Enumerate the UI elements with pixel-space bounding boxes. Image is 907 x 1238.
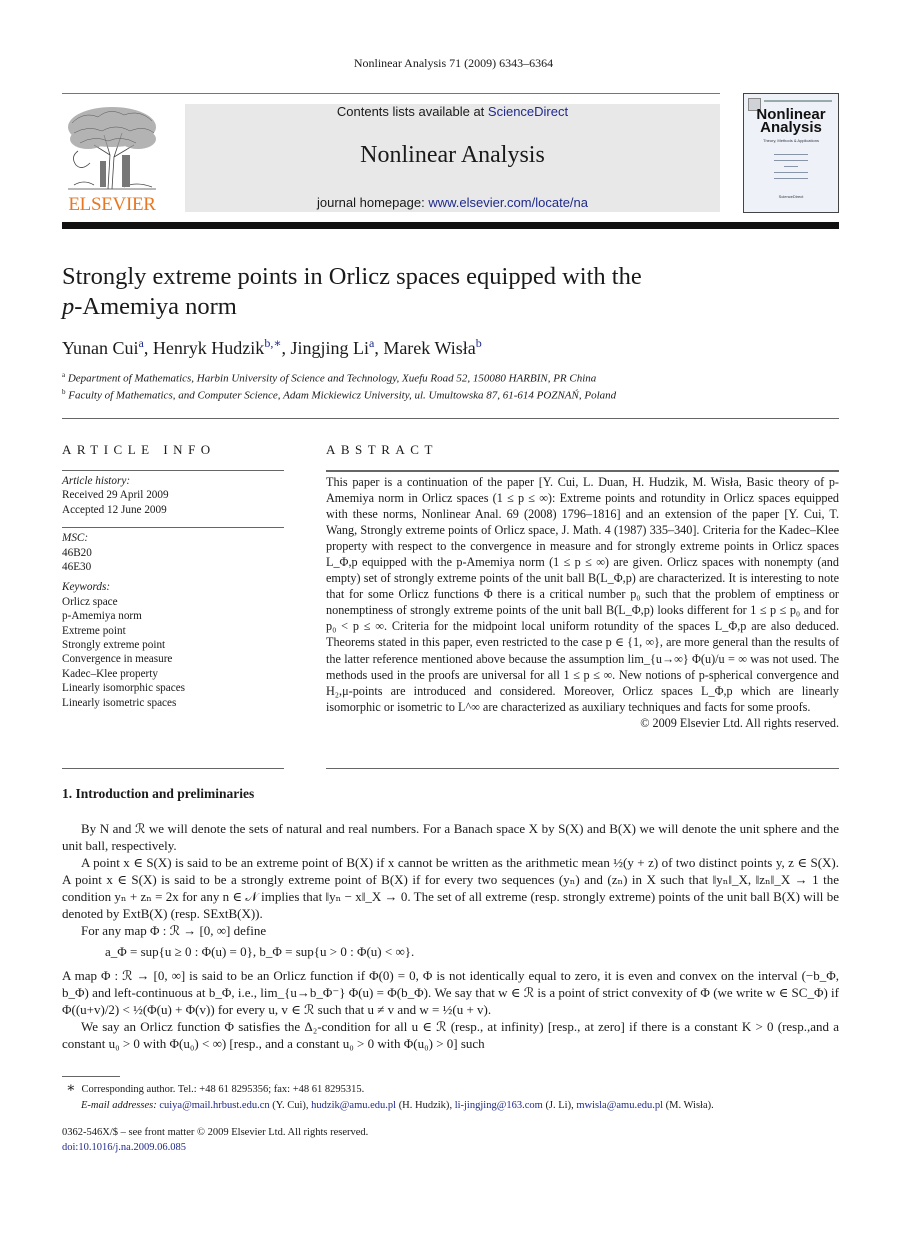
abstract-rule-bottom <box>326 768 839 769</box>
cover-issue-meta <box>764 100 832 102</box>
abstract-rule-top <box>326 470 839 472</box>
publisher-logo[interactable]: ELSEVIER <box>62 103 162 215</box>
journal-banner: Contents lists available at ScienceDirec… <box>185 104 720 212</box>
equation: a_Φ = sup{u ≥ 0 : Φ(u) = 0}, b_Φ = sup{u… <box>105 944 415 959</box>
accepted-date: Accepted 12 June 2009 <box>62 503 167 516</box>
homepage-link[interactable]: www.elsevier.com/locate/na <box>428 195 588 210</box>
abstract-text: This paper is a continuation of the pape… <box>326 475 839 714</box>
section-body-1: By N and ℛ we will denote the sets of na… <box>62 820 839 939</box>
author[interactable]: Henryk Hudzikb,∗ <box>153 336 282 358</box>
abstract-copyright: © 2009 Elsevier Ltd. All rights reserved… <box>640 715 839 730</box>
issn-line: 0362-546X/$ – see front matter © 2009 El… <box>62 1127 369 1138</box>
paragraph: We say an Orlicz function Φ satisfies th… <box>62 1019 839 1051</box>
keywords-label: Keywords: <box>62 581 111 594</box>
keyword: Linearly isometric spaces <box>62 696 177 709</box>
cover-sciencedirect: ScienceDirect <box>778 194 804 199</box>
section-heading: 1. Introduction and preliminaries <box>62 786 255 801</box>
author[interactable]: Jingjing Lia <box>290 336 374 358</box>
article-title: Strongly extreme points in Orlicz spaces… <box>62 262 822 322</box>
elsevier-wordmark: ELSEVIER <box>68 194 156 215</box>
footnote-rule <box>62 1076 120 1077</box>
journal-name: Nonlinear Analysis <box>360 142 545 168</box>
title-p-italic: p <box>62 293 75 320</box>
msc-label: MSC: <box>62 532 89 545</box>
article-info: Article history: Received 29 April 2009 … <box>62 474 284 710</box>
email-link[interactable]: cuiya@mail.hrbust.edu.cn <box>159 1100 269 1111</box>
section-body-2: A map Φ : ℛ → [0, ∞] is said to be an Or… <box>62 967 839 1052</box>
keyword: Extreme point <box>62 624 126 637</box>
msc-code: 46E30 <box>62 561 92 574</box>
footnote-emails: E-mail addresses: cuiya@mail.hrbust.edu.… <box>81 1100 714 1111</box>
keyword: Linearly isomorphic spaces <box>62 682 186 695</box>
header-thick-rule <box>62 222 839 229</box>
doi-link[interactable]: doi:10.1016/j.na.2009.06.085 <box>62 1140 186 1156</box>
article-info-heading: ARTICLE INFO <box>62 442 216 457</box>
paragraph: A point x ∈ S(X) is said to be an extrem… <box>62 855 839 921</box>
abstract-body: This paper is a continuation of the pape… <box>326 474 839 731</box>
elsevier-tree-icon <box>68 107 156 190</box>
cover-title: Nonlinear Analysis <box>744 107 838 135</box>
received-date: Received 29 April 2009 <box>62 489 169 502</box>
homepage-prefix: journal homepage: <box>317 195 429 210</box>
paragraph: For any map Φ : ℛ → [0, ∞] define <box>81 923 267 938</box>
author[interactable]: Marek Wisłab <box>383 336 481 358</box>
affiliation-a: a Department of Mathematics, Harbin Univ… <box>62 371 597 385</box>
keyword: Kadec–Klee property <box>62 667 158 680</box>
sciencedirect-link[interactable]: ScienceDirect <box>488 104 568 119</box>
info-rule-mid <box>62 527 284 529</box>
history-label: Article history: <box>62 475 131 487</box>
email-link[interactable]: li-jingjing@163.com <box>455 1100 543 1111</box>
header-rule <box>62 93 720 94</box>
email-link[interactable]: hudzik@amu.edu.pl <box>311 1100 396 1111</box>
email-label: E-mail addresses: <box>81 1100 157 1111</box>
asterisk-mark: ∗ <box>66 1081 76 1096</box>
title-line-2: p-Amemiya norm <box>62 292 822 322</box>
cover-subtitle: Theory, Methods & Applications <box>763 138 819 143</box>
info-rule-top <box>62 470 284 471</box>
keyword: Strongly extreme point <box>62 639 166 652</box>
paragraph: By N and ℛ we will denote the sets of na… <box>62 821 839 853</box>
contents-prefix: Contents lists available at <box>336 104 488 119</box>
keyword: Convergence in measure <box>62 653 173 666</box>
abstract-heading: ABSTRACT <box>326 442 438 457</box>
homepage-line: journal homepage: www.elsevier.com/locat… <box>185 195 720 210</box>
footnote-corresponding: ∗ Corresponding author. Tel.: +48 61 8295… <box>66 1081 365 1096</box>
title-line-2-rest: -Amemiya norm <box>74 293 237 320</box>
keyword: Orlicz space <box>62 595 118 608</box>
msc-code: 46B20 <box>62 546 92 559</box>
running-head: Nonlinear Analysis 71 (2009) 6343–6364 <box>353 56 554 70</box>
email-link[interactable]: mwisla@amu.edu.pl <box>576 1100 663 1111</box>
paragraph: A map Φ : ℛ → [0, ∞] is said to be an Or… <box>62 968 839 1017</box>
keyword: p-Amemiya norm <box>62 610 142 623</box>
author[interactable]: Yunan Cuia <box>62 336 144 358</box>
affiliation-rule <box>62 418 839 419</box>
contents-line: Contents lists available at ScienceDirec… <box>185 104 720 119</box>
info-rule-bottom <box>62 768 284 769</box>
affiliation-b: b Faculty of Mathematics, and Computer S… <box>62 388 617 402</box>
title-line-1: Strongly extreme points in Orlicz spaces… <box>62 263 642 290</box>
author-list: Yunan Cuia, Henryk Hudzikb,∗, Jingjing L… <box>62 336 482 358</box>
journal-cover-image[interactable]: Nonlinear Analysis Theory, Methods & App… <box>743 93 839 213</box>
